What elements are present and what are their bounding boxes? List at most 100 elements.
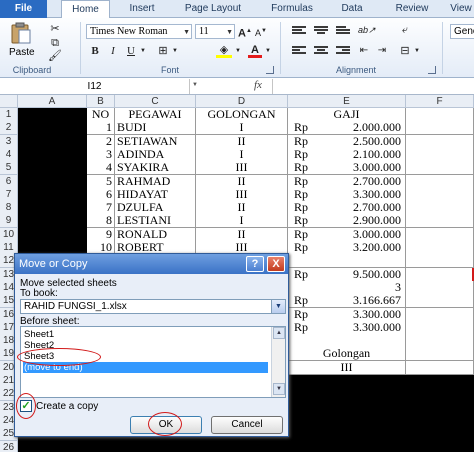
- sheet-list-item[interactable]: Sheet1: [23, 329, 268, 340]
- dialog-launcher-icon[interactable]: [428, 66, 436, 74]
- cell[interactable]: [406, 294, 474, 309]
- chevron-down-icon[interactable]: ▼: [192, 82, 198, 88]
- font-size-combo[interactable]: 11 ▼: [195, 24, 235, 39]
- cell[interactable]: 6: [87, 187, 115, 202]
- column-header[interactable]: E: [288, 95, 406, 108]
- cell[interactable]: Rp 3.166.667: [288, 294, 406, 309]
- cell[interactable]: II: [196, 174, 288, 189]
- row-header[interactable]: 6: [0, 174, 18, 189]
- font-name-combo[interactable]: Times New Roman ▼: [86, 24, 192, 39]
- help-button[interactable]: ?: [246, 256, 264, 272]
- tab-page-layout[interactable]: Page Layout: [176, 0, 250, 18]
- cell[interactable]: [406, 320, 474, 335]
- cell[interactable]: Rp 3.300.000: [288, 187, 406, 202]
- tab-home[interactable]: Home: [61, 0, 110, 19]
- cell[interactable]: Rp 2.900.000: [288, 214, 406, 229]
- name-box[interactable]: I12: [0, 79, 190, 94]
- dialog-launcher-icon[interactable]: [266, 66, 274, 74]
- font-color-icon[interactable]: A: [248, 43, 262, 58]
- cell[interactable]: GOLONGAN: [196, 108, 288, 122]
- cell[interactable]: III: [196, 187, 288, 202]
- row-header[interactable]: 1: [0, 108, 18, 122]
- cell[interactable]: 5: [87, 174, 115, 189]
- chevron-down-icon[interactable]: ▼: [138, 44, 148, 59]
- tab-formulas[interactable]: Formulas: [262, 0, 322, 18]
- align-bottom-icon[interactable]: [336, 26, 350, 37]
- italic-button[interactable]: I: [106, 44, 120, 59]
- cell[interactable]: [406, 241, 474, 255]
- tab-review[interactable]: Review: [386, 0, 438, 18]
- tab-file[interactable]: File: [0, 0, 47, 18]
- cell[interactable]: Rp 2.100.000: [288, 147, 406, 162]
- cell[interactable]: [406, 227, 474, 242]
- shrink-font-button[interactable]: A▼: [254, 24, 268, 39]
- row-header[interactable]: 4: [0, 147, 18, 162]
- formula-input[interactable]: [272, 79, 474, 94]
- row-header[interactable]: 5: [0, 161, 18, 176]
- row-header[interactable]: 9: [0, 214, 18, 229]
- scroll-up-icon[interactable]: ▲: [273, 327, 285, 339]
- cell[interactable]: ADINDA: [115, 147, 196, 162]
- cell[interactable]: [288, 254, 406, 269]
- align-right-icon[interactable]: [336, 46, 350, 57]
- cell[interactable]: 3: [87, 147, 115, 162]
- row-header[interactable]: 3: [0, 134, 18, 149]
- cell[interactable]: [406, 347, 474, 362]
- cell[interactable]: III: [196, 161, 288, 176]
- cell[interactable]: II: [196, 201, 288, 216]
- cell[interactable]: [406, 280, 474, 295]
- column-header[interactable]: F: [406, 95, 474, 108]
- borders-icon[interactable]: ⊞: [156, 44, 170, 59]
- indent-icon[interactable]: ⇤: [356, 44, 372, 59]
- cell[interactable]: [288, 334, 406, 349]
- cell[interactable]: [406, 360, 474, 375]
- chevron-down-icon[interactable]: ▼: [412, 44, 422, 59]
- cell[interactable]: I: [196, 147, 288, 162]
- cell[interactable]: BUDI: [115, 121, 196, 136]
- cell[interactable]: [406, 307, 474, 322]
- fx-icon[interactable]: fx: [254, 79, 262, 91]
- tab-insert[interactable]: Insert: [118, 0, 166, 18]
- cell[interactable]: [406, 147, 474, 162]
- cell[interactable]: Rp 3.300.000: [288, 320, 406, 335]
- cell[interactable]: II: [196, 227, 288, 242]
- merge-center-icon[interactable]: ⊟: [398, 44, 412, 59]
- scroll-down-icon[interactable]: ▼: [273, 383, 285, 395]
- cell[interactable]: DZULFA: [115, 201, 196, 216]
- column-header[interactable]: B: [87, 95, 115, 108]
- wrap-text-icon[interactable]: ⤶: [398, 23, 412, 38]
- cell[interactable]: Golongan: [288, 347, 406, 362]
- cell[interactable]: Rp 3.200.000: [288, 241, 406, 255]
- align-center-icon[interactable]: [314, 46, 328, 57]
- column-header[interactable]: C: [115, 95, 196, 108]
- cell[interactable]: [406, 214, 474, 229]
- cell[interactable]: Rp 2.500.000: [288, 134, 406, 149]
- align-top-icon[interactable]: [292, 26, 306, 37]
- chevron-down-icon[interactable]: ▼: [170, 44, 180, 59]
- grow-font-button[interactable]: A▲: [238, 24, 252, 40]
- cell[interactable]: SETIAWAN: [115, 134, 196, 149]
- cell[interactable]: [406, 174, 474, 189]
- cell[interactable]: PEGAWAI: [115, 108, 196, 122]
- cell[interactable]: III: [288, 360, 406, 375]
- close-button[interactable]: X: [267, 256, 285, 272]
- tab-data[interactable]: Data: [334, 0, 370, 18]
- cancel-button[interactable]: Cancel: [211, 416, 283, 434]
- cell[interactable]: 7: [87, 201, 115, 216]
- cell[interactable]: [406, 134, 474, 149]
- cell[interactable]: 9: [87, 227, 115, 242]
- cell[interactable]: [406, 254, 474, 269]
- cell[interactable]: I: [196, 214, 288, 229]
- select-all-corner[interactable]: [0, 95, 18, 108]
- cell[interactable]: [406, 201, 474, 216]
- cell[interactable]: [406, 121, 474, 136]
- list-scrollbar[interactable]: ▲ ▼: [271, 327, 285, 397]
- cell[interactable]: Rp 3.000.000: [288, 161, 406, 176]
- cell[interactable]: Rp 2.700.000: [288, 201, 406, 216]
- cell[interactable]: 1: [87, 121, 115, 136]
- format-painter-icon[interactable]: 🖌: [48, 49, 62, 64]
- outdent-icon[interactable]: ⇥: [374, 44, 390, 59]
- chevron-down-icon[interactable]: ▼: [271, 300, 285, 313]
- cell[interactable]: [406, 161, 474, 176]
- row-header[interactable]: 7: [0, 187, 18, 202]
